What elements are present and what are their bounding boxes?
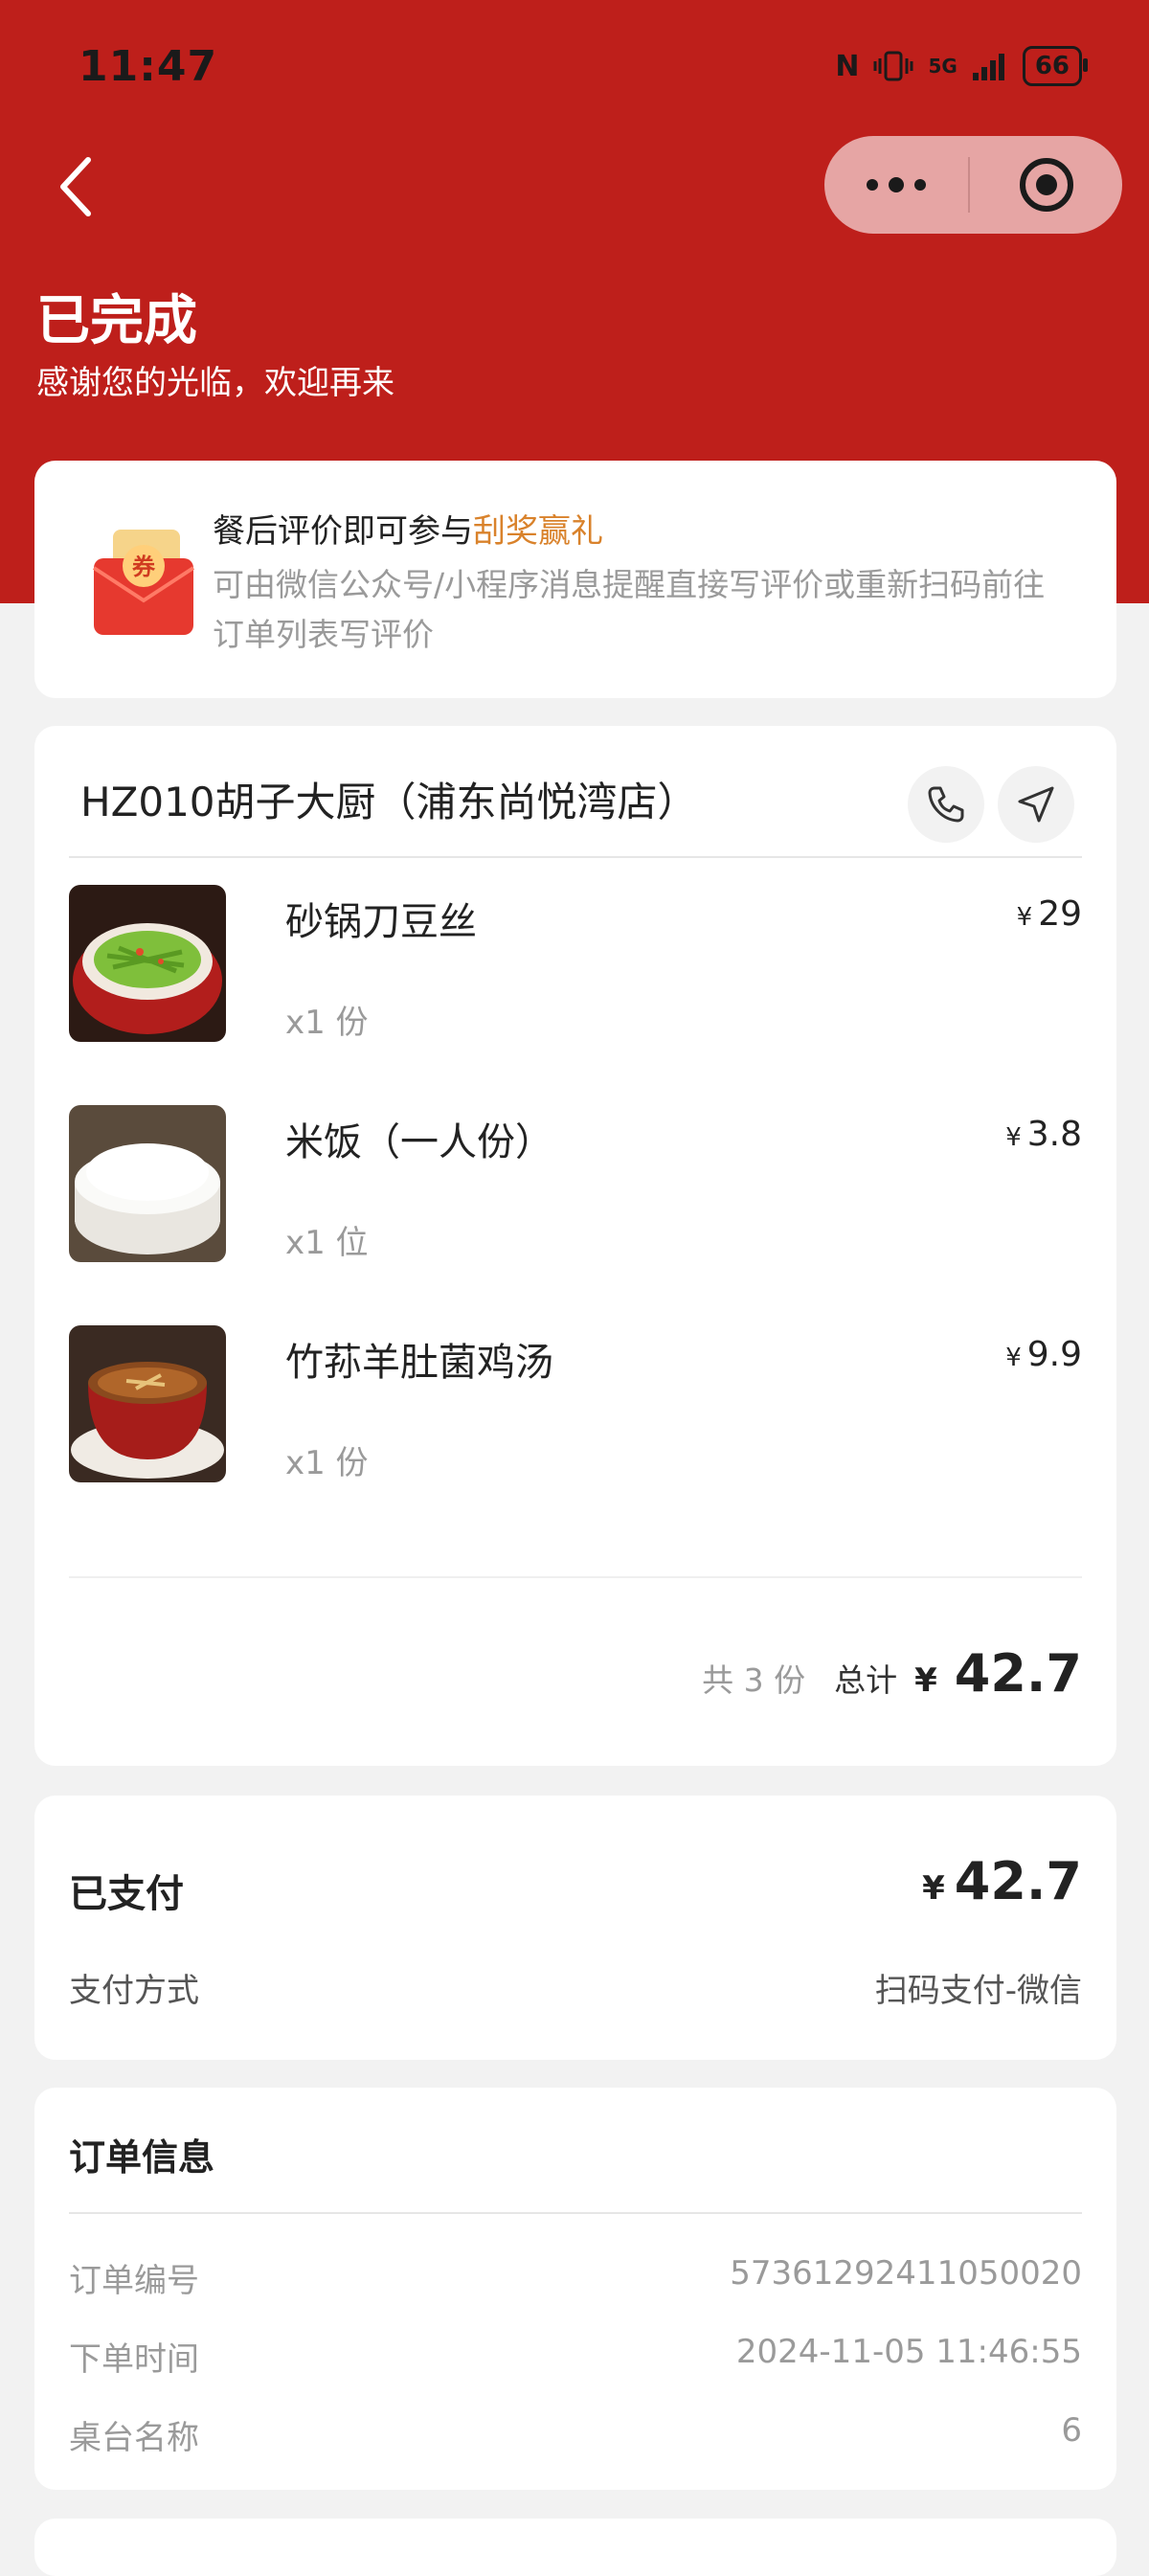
currency-symbol: ¥	[1005, 1123, 1022, 1152]
item-name: 竹荪羊肚菌鸡汤	[285, 1341, 553, 1385]
store-name: HZ010胡子大厨（浦东尚悦湾店）	[80, 779, 698, 825]
item-price: ¥29	[1017, 894, 1082, 934]
order-total-row: 共 3 份 总计 ¥ 42.7	[702, 1643, 1082, 1704]
item-price: ¥3.8	[1005, 1115, 1082, 1154]
store-divider	[69, 856, 1082, 858]
page-subtitle: 感谢您的光临，欢迎再来	[36, 364, 394, 402]
currency-symbol: ¥	[1016, 903, 1033, 932]
phone-icon	[928, 786, 964, 823]
payment-status: 已支付	[69, 1872, 184, 1916]
currency-symbol: ¥	[1005, 1344, 1022, 1372]
page-title: 已完成	[36, 290, 197, 352]
mini-program-capsule	[824, 136, 1122, 234]
call-store-button[interactable]	[908, 766, 984, 843]
close-target-icon	[1019, 158, 1073, 212]
more-button[interactable]	[824, 136, 968, 234]
promo-description: 可由微信公众号/小程序消息提醒直接写评价或重新扫码前往订单列表写评价	[213, 566, 1046, 653]
battery-icon: 66	[1022, 46, 1089, 86]
items-divider	[69, 1576, 1082, 1578]
total-label: 总计	[834, 1661, 898, 1699]
back-chevron-icon	[60, 157, 91, 216]
promo-title-highlight: 刮奖赢礼	[473, 512, 603, 551]
item-quantity: x1 份	[285, 1004, 369, 1042]
close-button[interactable]	[970, 136, 1122, 234]
status-icons: N 5G 66	[835, 46, 1089, 86]
order-number-value: 57361292411050020	[730, 2254, 1082, 2293]
signal-bars-icon	[972, 54, 1004, 80]
item-count: 共 3 份	[702, 1661, 806, 1699]
item-quantity: x1 位	[285, 1224, 369, 1262]
payment-amount: ¥42.7	[922, 1851, 1082, 1911]
review-promo-card[interactable]: 券 餐后评价即可参与刮奖赢礼 可由微信公众号/小程序消息提醒直接写评价或重新扫码…	[34, 461, 1116, 698]
order-info-divider	[69, 2212, 1082, 2214]
promo-title-prefix: 餐后评价即可参与	[213, 512, 473, 551]
status-time: 11:47	[79, 42, 218, 91]
nfc-icon: N	[835, 49, 860, 83]
order-items-card: HZ010胡子大厨（浦东尚悦湾店） 砂锅刀豆丝 x1 份 ¥29 米饭（一人份）…	[34, 726, 1116, 1766]
promo-title: 餐后评价即可参与刮奖赢礼	[213, 505, 603, 552]
table-name-value: 6	[1061, 2411, 1082, 2450]
next-card-partial	[34, 2519, 1116, 2576]
payment-card: 已支付 ¥42.7 支付方式 扫码支付-微信	[34, 1796, 1116, 2060]
coupon-icon-text: 券	[132, 554, 156, 580]
back-button[interactable]	[48, 153, 105, 220]
payment-method-value: 扫码支付-微信	[874, 1972, 1082, 2010]
signal-5g-label: 5G	[928, 55, 958, 78]
order-item: 竹荪羊肚菌鸡汤 x1 份 ¥9.9	[69, 1325, 1082, 1482]
order-number-label: 订单编号	[69, 2262, 199, 2300]
payment-method-label: 支付方式	[69, 1972, 199, 2010]
order-info-title: 订单信息	[69, 2136, 215, 2179]
order-number-row: 订单编号 57361292411050020	[69, 2254, 1082, 2302]
navigate-arrow-icon	[1018, 786, 1054, 823]
item-name: 砂锅刀豆丝	[285, 900, 477, 944]
item-name: 米饭（一人份）	[285, 1120, 553, 1164]
dish-image-beans	[69, 885, 226, 1042]
item-quantity: x1 份	[285, 1444, 369, 1482]
payment-amount-value: 42.7	[954, 1851, 1082, 1911]
vibrate-icon	[873, 51, 913, 81]
dish-image-rice	[69, 1105, 226, 1262]
item-price-value: 29	[1038, 894, 1082, 934]
order-time-value: 2024-11-05 11:46:55	[735, 2333, 1082, 2371]
table-name-row: 桌台名称 6	[69, 2411, 1082, 2459]
item-price-value: 3.8	[1026, 1115, 1082, 1154]
status-bar: 11:47 N 5G 66	[0, 0, 1149, 139]
total-amount: 42.7	[954, 1643, 1082, 1704]
item-price: ¥9.9	[1005, 1335, 1082, 1374]
order-item: 砂锅刀豆丝 x1 份 ¥29	[69, 885, 1082, 1042]
order-item: 米饭（一人份） x1 位 ¥3.8	[69, 1105, 1082, 1262]
order-time-row: 下单时间 2024-11-05 11:46:55	[69, 2333, 1082, 2381]
coupon-envelope-icon: 券	[79, 530, 205, 637]
table-name-label: 桌台名称	[69, 2419, 199, 2457]
more-dots-icon	[867, 177, 926, 192]
item-price-value: 9.9	[1026, 1335, 1082, 1374]
navigate-store-button[interactable]	[998, 766, 1074, 843]
currency-symbol: ¥	[914, 1661, 937, 1700]
order-info-card: 订单信息 订单编号 57361292411050020 下单时间 2024-11…	[34, 2088, 1116, 2490]
order-time-label: 下单时间	[69, 2340, 199, 2379]
dish-image-soup	[69, 1325, 226, 1482]
currency-symbol: ¥	[922, 1869, 945, 1908]
